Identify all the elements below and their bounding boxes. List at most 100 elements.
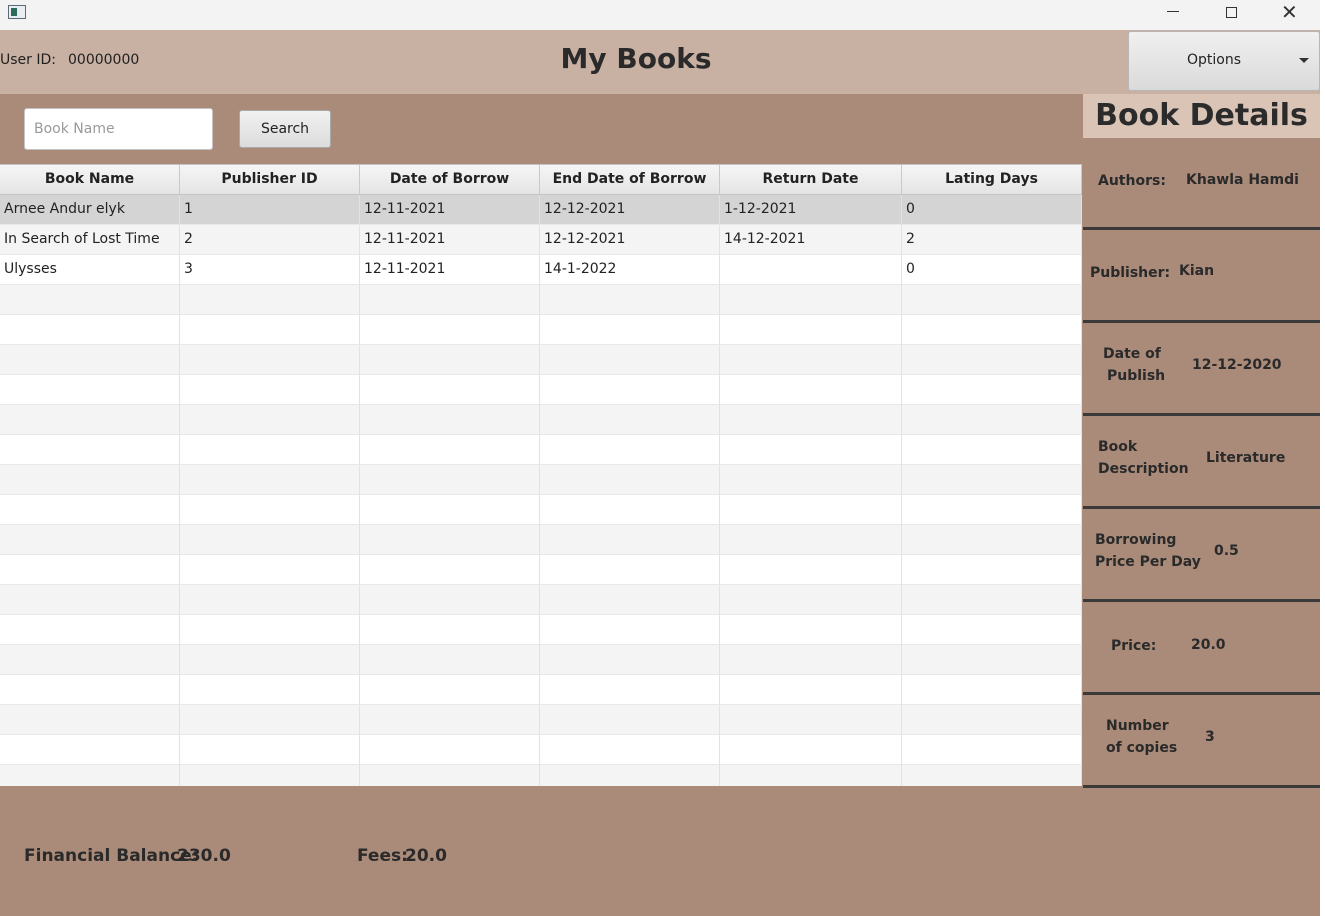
table-cell: [720, 255, 902, 284]
table-row-empty[interactable]: [0, 375, 1082, 405]
detail-publisher: Publisher: Kian: [1083, 230, 1320, 323]
table-row-empty[interactable]: [0, 675, 1082, 705]
table-cell: [540, 555, 720, 584]
table-cell: [360, 405, 540, 434]
table-cell: [360, 375, 540, 404]
table-row-empty[interactable]: [0, 645, 1082, 675]
table-row-empty[interactable]: [0, 705, 1082, 735]
detail-authors: Authors: Khawla Hamdi: [1083, 138, 1320, 230]
table-row-empty[interactable]: [0, 765, 1082, 786]
table-row-empty[interactable]: [0, 555, 1082, 585]
page-title: My Books: [560, 42, 712, 75]
table-cell: [902, 525, 1082, 554]
borrowing-price-label-line2: Price Per Day: [1095, 554, 1201, 570]
table-row-empty[interactable]: [0, 525, 1082, 555]
detail-book-description: Book Description Literature: [1083, 416, 1320, 509]
authors-value: Khawla Hamdi: [1186, 172, 1299, 188]
table-cell: [902, 345, 1082, 374]
publisher-value: Kian: [1179, 263, 1215, 279]
table-cell: [360, 285, 540, 314]
fees-label: Fees:: [357, 846, 408, 866]
table-cell: 0: [902, 195, 1082, 224]
table-row-empty[interactable]: [0, 465, 1082, 495]
table-cell: [360, 315, 540, 344]
table-row[interactable]: In Search of Lost Time 2 12-11-2021 12-12-2…: [0, 225, 1082, 255]
table-cell: [0, 315, 180, 344]
table-cell: [540, 375, 720, 404]
table-row-empty[interactable]: [0, 495, 1082, 525]
table-cell: [0, 345, 180, 374]
table-row-empty[interactable]: [0, 585, 1082, 615]
minimize-button[interactable]: [1144, 0, 1202, 30]
table-cell: [902, 765, 1082, 786]
table-row-empty[interactable]: [0, 435, 1082, 465]
table-cell: [180, 495, 360, 524]
table-cell: [540, 345, 720, 374]
table-cell: [902, 375, 1082, 404]
table-row-empty[interactable]: [0, 285, 1082, 315]
table-cell: [540, 585, 720, 614]
table-cell: [902, 615, 1082, 644]
table-cell: [540, 315, 720, 344]
table-cell: [902, 405, 1082, 434]
borrowing-price-label-line1: Borrowing: [1095, 532, 1177, 548]
table-cell: [360, 345, 540, 374]
column-header-return-date[interactable]: Return Date: [720, 165, 902, 194]
table-cell: [360, 585, 540, 614]
column-header-publisher-id[interactable]: Publisher ID: [180, 165, 360, 194]
window-edge: [1320, 0, 1325, 916]
table-cell: [360, 465, 540, 494]
table-cell: [720, 315, 902, 344]
table-cell: [902, 705, 1082, 734]
table-cell: [902, 735, 1082, 764]
table-cell: [360, 435, 540, 464]
column-header-lating-days[interactable]: Lating Days: [902, 165, 1082, 194]
table-row[interactable]: Ulysses 3 12-11-2021 14-1-2022 0: [0, 255, 1082, 285]
options-menu-button[interactable]: Options: [1128, 31, 1320, 91]
table-cell: [902, 555, 1082, 584]
date-of-publish-label-line1: Date of: [1103, 346, 1161, 362]
date-of-publish-value: 12-12-2020: [1192, 357, 1282, 373]
table-row-empty[interactable]: [0, 345, 1082, 375]
table-cell: [540, 285, 720, 314]
fees-value: 20.0: [405, 846, 447, 866]
table-cell: [180, 285, 360, 314]
table-cell: [0, 615, 180, 644]
table-row-empty[interactable]: [0, 615, 1082, 645]
table-cell: [720, 645, 902, 674]
table-row-empty[interactable]: [0, 735, 1082, 765]
table-cell: [360, 765, 540, 786]
maximize-button[interactable]: [1202, 0, 1260, 30]
financial-balance-value: 230.0: [177, 846, 231, 866]
book-details-panel: Book Details Authors: Khawla Hamdi Publi…: [1083, 94, 1320, 788]
book-description-label-line2: Description: [1098, 461, 1189, 477]
table-cell: [0, 285, 180, 314]
search-button[interactable]: Search: [239, 110, 331, 148]
table-cell: [180, 705, 360, 734]
table-cell: [540, 525, 720, 554]
column-header-book-name[interactable]: Book Name: [0, 165, 180, 194]
table-cell: [180, 615, 360, 644]
table-cell: 14-12-2021: [720, 225, 902, 254]
table-row-empty[interactable]: [0, 405, 1082, 435]
books-table[interactable]: Book Name Publisher ID Date of Borrow En…: [0, 164, 1082, 786]
table-cell: 0: [902, 255, 1082, 284]
table-cell: [720, 735, 902, 764]
table-row-empty[interactable]: [0, 315, 1082, 345]
table-cell: [180, 405, 360, 434]
detail-borrowing-price: Borrowing Price Per Day 0.5: [1083, 509, 1320, 602]
book-name-search-input[interactable]: [24, 108, 213, 150]
authors-label: Authors:: [1098, 173, 1166, 189]
table-cell: [0, 735, 180, 764]
table-cell: [360, 645, 540, 674]
table-cell: [902, 285, 1082, 314]
table-cell: [180, 675, 360, 704]
column-header-date-of-borrow[interactable]: Date of Borrow: [360, 165, 540, 194]
column-header-end-date-of-borrow[interactable]: End Date of Borrow: [540, 165, 720, 194]
table-cell: [360, 735, 540, 764]
table-cell: [0, 555, 180, 584]
table-cell: [0, 435, 180, 464]
table-row[interactable]: Arnee Andur elyk 1 12-11-2021 12-12-2021 1-1…: [0, 195, 1082, 225]
table-cell: [0, 705, 180, 734]
close-button[interactable]: ✕: [1260, 0, 1318, 30]
